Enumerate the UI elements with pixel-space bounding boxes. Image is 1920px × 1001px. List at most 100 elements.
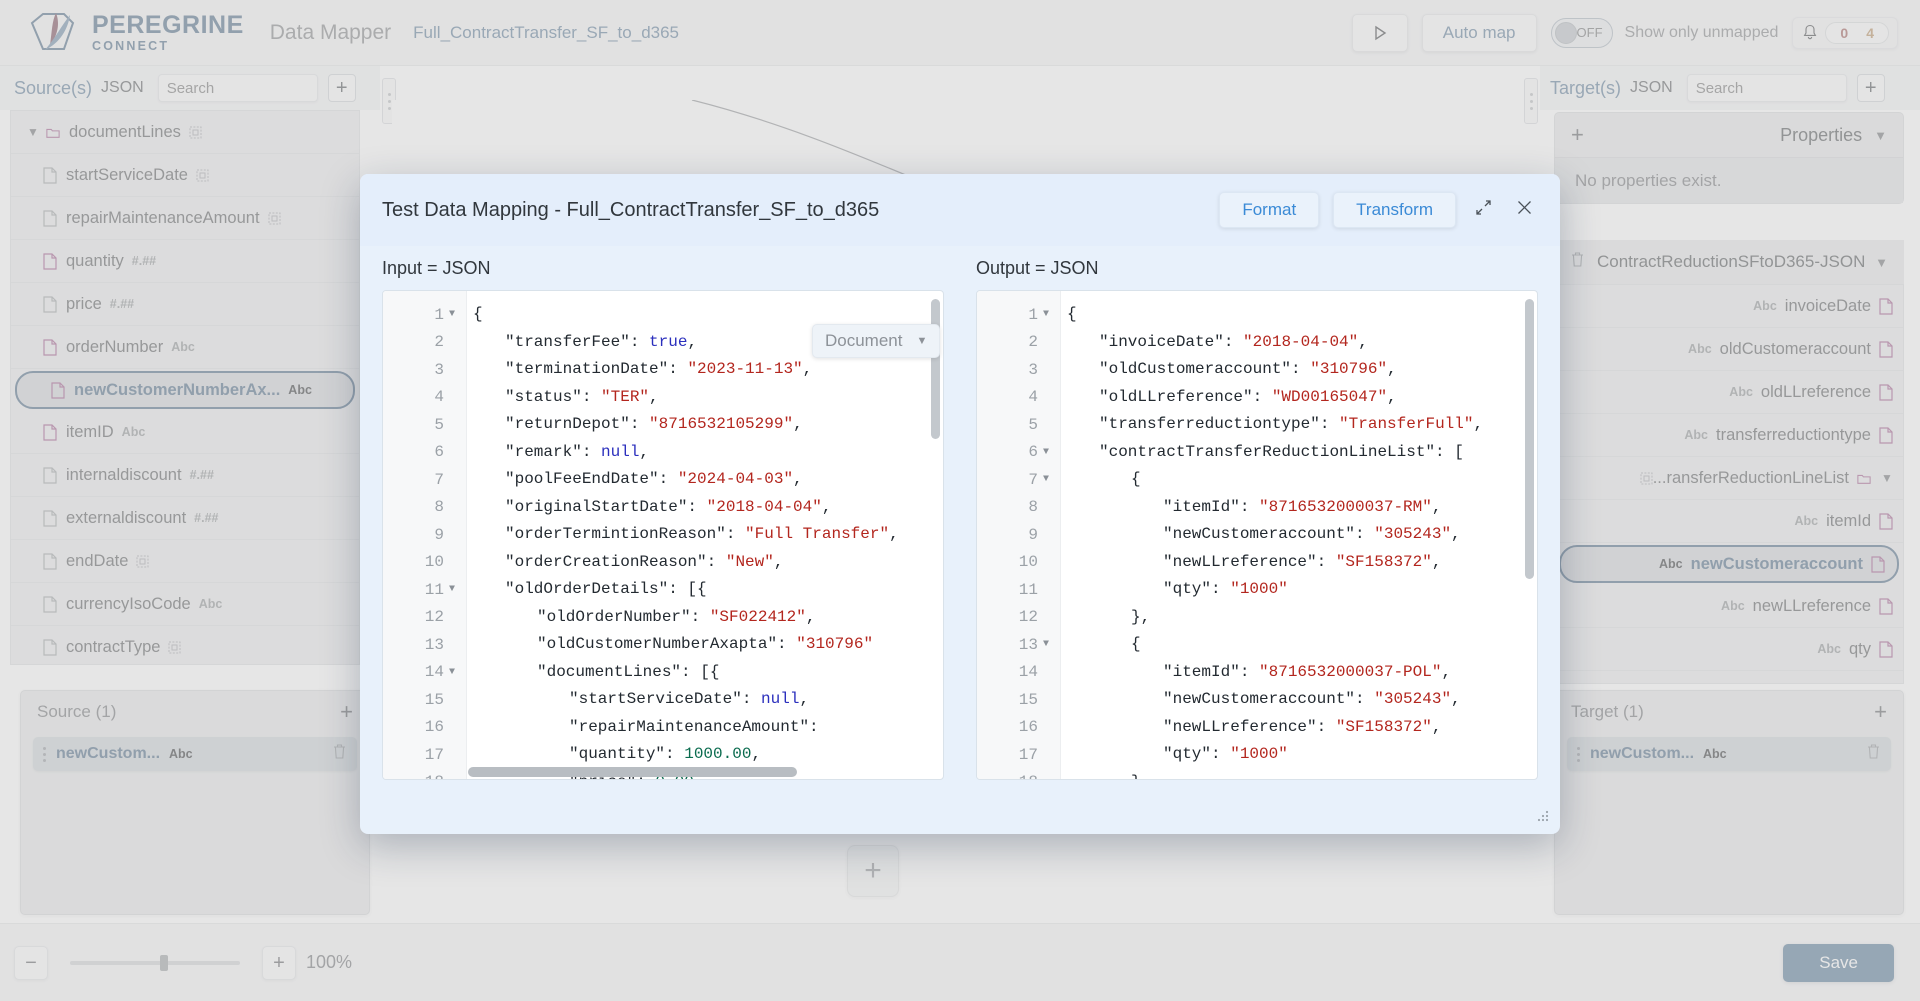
code-line[interactable]: "orderCreationReason": "New", bbox=[467, 549, 943, 577]
target-panel-drag-handle[interactable] bbox=[1524, 78, 1538, 124]
code-line[interactable]: "originalStartDate": "2018-04-04", bbox=[467, 494, 943, 522]
output-code[interactable]: {"invoiceDate": "2018-04-04", "oldCustome… bbox=[1061, 291, 1537, 779]
code-line[interactable]: "orderTermintionReason": "Full Transfer"… bbox=[467, 521, 943, 549]
add-target-button[interactable]: + bbox=[1856, 74, 1885, 102]
source-tree-row[interactable]: ▼ documentLines bbox=[11, 111, 359, 154]
code-line[interactable]: "newLLreference": "SF158372", bbox=[1061, 714, 1537, 742]
code-line[interactable]: "qty": "1000" bbox=[1061, 576, 1537, 604]
source-tree-row[interactable]: quantity #.## bbox=[11, 240, 359, 283]
test-data-mapping-dialog[interactable]: Test Data Mapping - Full_ContractTransfe… bbox=[360, 174, 1560, 834]
code-line[interactable]: "startServiceDate": null, bbox=[467, 686, 943, 714]
code-line[interactable]: { bbox=[1061, 466, 1537, 494]
source-tree-row[interactable]: externaldiscount #.## bbox=[11, 497, 359, 540]
code-line[interactable]: "poolFeeEndDate": "2024-04-03", bbox=[467, 466, 943, 494]
add-target-chip-button[interactable]: + bbox=[1874, 699, 1887, 725]
trash-icon[interactable] bbox=[1570, 251, 1585, 273]
source-tree-row[interactable]: endDate bbox=[11, 540, 359, 583]
code-line[interactable]: "status": "TER", bbox=[467, 384, 943, 412]
source-tree-row[interactable]: repairMaintenanceAmount bbox=[11, 197, 359, 240]
source-search-box[interactable] bbox=[157, 74, 368, 102]
output-vertical-scrollbar[interactable] bbox=[1525, 299, 1534, 765]
code-line[interactable]: "oldCustomeraccount": "310796", bbox=[1061, 356, 1537, 384]
source-tree-row[interactable]: orderNumber Abc bbox=[11, 326, 359, 369]
code-line[interactable]: "newCustomeraccount": "305243", bbox=[1061, 521, 1537, 549]
zoom-slider[interactable] bbox=[70, 954, 240, 971]
add-property-button[interactable]: + bbox=[1571, 122, 1584, 148]
mapping-chip[interactable]: newCustom... Abc bbox=[33, 737, 357, 771]
chevron-down-icon[interactable]: ▼ bbox=[27, 125, 39, 139]
code-line[interactable]: "itemId": "8716532000037-RM", bbox=[1061, 494, 1537, 522]
input-editor[interactable]: 1▼234567891011▼121314▼15161718 {"transfe… bbox=[382, 290, 944, 780]
source-tree-row[interactable]: contractType bbox=[11, 626, 359, 664]
target-tree-row[interactable]: Abc oldCustomeraccount bbox=[1555, 328, 1903, 371]
input-horizontal-scrollbar[interactable] bbox=[468, 767, 925, 777]
expand-icon[interactable] bbox=[1470, 198, 1497, 223]
code-line[interactable]: "invoiceDate": "2018-04-04", bbox=[1061, 329, 1537, 357]
code-line[interactable]: "contractTransferReductionLineList": [ bbox=[1061, 439, 1537, 467]
code-line[interactable]: "qty": "1000" bbox=[1061, 741, 1537, 769]
target-search-box[interactable] bbox=[1686, 74, 1897, 102]
source-tree-row[interactable]: price #.## bbox=[11, 283, 359, 326]
code-line[interactable]: "quantity": 1000.00, bbox=[467, 741, 943, 769]
code-line[interactable]: "oldOrderNumber": "SF022412", bbox=[467, 604, 943, 632]
target-tree-row[interactable]: ...ransferReductionLineList ▼ bbox=[1555, 457, 1903, 500]
format-button[interactable]: Format bbox=[1219, 192, 1320, 228]
zoom-slider-thumb[interactable] bbox=[160, 954, 168, 971]
code-line[interactable]: "oldCustomerNumberAxapta": "310796" bbox=[467, 631, 943, 659]
code-line[interactable]: "returnDepot": "8716532105299", bbox=[467, 411, 943, 439]
target-tree-row[interactable]: Abc itemId bbox=[1555, 500, 1903, 543]
document-type-select[interactable]: Document ▼ bbox=[812, 324, 941, 358]
resize-handle-icon[interactable] bbox=[1536, 809, 1550, 826]
add-source-chip-button[interactable]: + bbox=[340, 699, 353, 725]
code-line[interactable]: "terminationDate": "2023-11-13", bbox=[467, 356, 943, 384]
target-tree-row-selected[interactable]: Abc newCustomeraccount bbox=[1559, 545, 1899, 583]
code-line[interactable]: { bbox=[1061, 301, 1537, 329]
code-line[interactable]: "remark": null, bbox=[467, 439, 943, 467]
chevron-down-icon[interactable]: ▼ bbox=[1874, 128, 1887, 143]
source-tree-row-selected[interactable]: newCustomerNumberAx... Abc bbox=[15, 371, 355, 409]
source-tree-row[interactable]: internaldiscount #.## bbox=[11, 454, 359, 497]
input-vertical-scrollbar[interactable] bbox=[931, 299, 940, 765]
input-code[interactable]: {"transferFee": true, "terminationDate": … bbox=[467, 291, 943, 779]
target-tree-row[interactable]: Abc transferreductiontype bbox=[1555, 414, 1903, 457]
zoom-in-button[interactable]: + bbox=[262, 945, 296, 980]
target-schema-tree[interactable]: Abc invoiceDate Abc oldCustomeraccount Abc ol… bbox=[1554, 284, 1904, 684]
code-line[interactable]: }, bbox=[1061, 604, 1537, 632]
mapping-chip[interactable]: newCustom... Abc bbox=[1567, 737, 1891, 771]
code-line[interactable]: "oldOrderDetails": [{ bbox=[467, 576, 943, 604]
fold-toggle-icon[interactable]: ▼ bbox=[444, 584, 460, 595]
fold-toggle-icon[interactable]: ▼ bbox=[444, 667, 460, 678]
output-editor[interactable]: 1▼23456▼7▼8910111213▼1415161718 {"invoic… bbox=[976, 290, 1538, 780]
fold-toggle-icon[interactable]: ▼ bbox=[1038, 309, 1054, 320]
fold-toggle-icon[interactable]: ▼ bbox=[1038, 447, 1054, 458]
target-schema-header[interactable]: ContractReductionSFtoD365-JSON ▼ bbox=[1554, 240, 1904, 284]
target-tree-row[interactable]: Abc invoiceDate bbox=[1555, 285, 1903, 328]
source-schema-tree[interactable]: ▼ documentLines startServiceDate repairMain… bbox=[10, 110, 360, 665]
code-line[interactable]: "newCustomeraccount": "305243", bbox=[1061, 686, 1537, 714]
target-chip-list[interactable]: newCustom... Abc bbox=[1555, 737, 1903, 771]
code-line[interactable]: "newLLreference": "SF158372", bbox=[1061, 549, 1537, 577]
notifications-widget[interactable]: 0 4 bbox=[1792, 16, 1898, 49]
source-tree-row[interactable]: currencyIsoCode Abc bbox=[11, 583, 359, 626]
save-button[interactable]: Save bbox=[1783, 943, 1894, 982]
code-line[interactable]: { bbox=[1061, 631, 1537, 659]
code-line[interactable]: } bbox=[1061, 769, 1537, 780]
target-tree-row[interactable]: Abc newLLreference bbox=[1555, 585, 1903, 628]
fold-toggle-icon[interactable]: ▼ bbox=[1038, 474, 1054, 485]
target-tree-row[interactable]: Abc oldLLreference bbox=[1555, 371, 1903, 414]
trash-icon[interactable] bbox=[1866, 743, 1881, 765]
source-tree-row[interactable]: itemID Abc bbox=[11, 411, 359, 454]
source-chip-list[interactable]: newCustom... Abc bbox=[21, 737, 369, 771]
chevron-down-icon[interactable]: ▼ bbox=[1875, 255, 1888, 270]
code-line[interactable]: "oldLLreference": "WD00165047", bbox=[1061, 384, 1537, 412]
trash-icon[interactable] bbox=[332, 743, 347, 765]
fold-toggle-icon[interactable]: ▼ bbox=[1038, 639, 1054, 650]
close-icon[interactable] bbox=[1511, 198, 1538, 223]
auto-map-button[interactable]: Auto map bbox=[1421, 13, 1537, 52]
show-unmapped-toggle[interactable]: OFF bbox=[1550, 17, 1613, 48]
add-mapping-node-button[interactable]: + bbox=[847, 845, 899, 897]
add-source-button[interactable]: + bbox=[327, 74, 356, 102]
transform-button[interactable]: Transform bbox=[1333, 192, 1456, 228]
drag-handle-icon[interactable] bbox=[1577, 746, 1580, 762]
run-test-button[interactable] bbox=[1351, 13, 1408, 52]
